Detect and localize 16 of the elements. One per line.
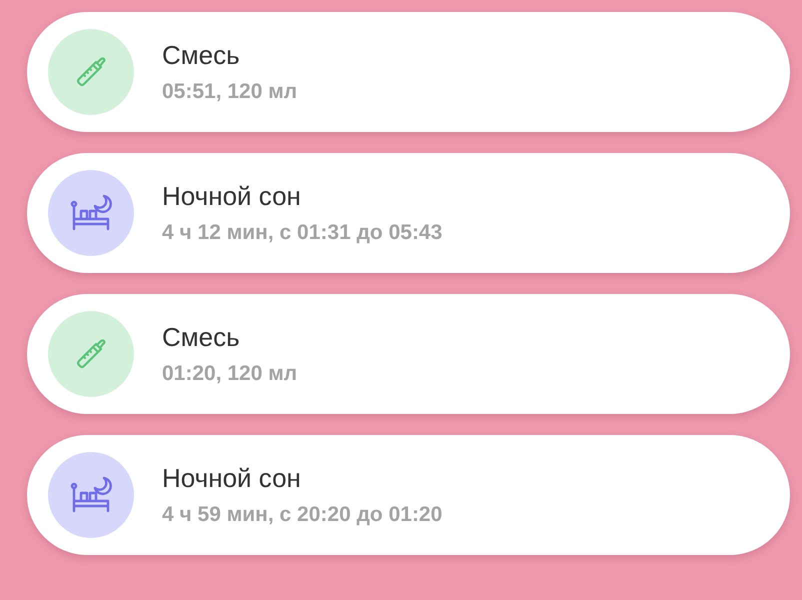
entry-details: 4 ч 59 мин, с 20:20 до 01:20 bbox=[162, 503, 442, 527]
entry-card[interactable]: Смесь 01:20, 120 мл bbox=[27, 294, 790, 414]
baby-bottle-icon bbox=[74, 337, 108, 371]
baby-bottle-icon bbox=[74, 55, 108, 89]
entry-details: 4 ч 12 мин, с 01:31 до 05:43 bbox=[162, 221, 442, 245]
entry-title: Смесь bbox=[162, 322, 241, 353]
entry-title: Ночной сон bbox=[162, 463, 302, 494]
entry-card[interactable]: Смесь 05:51, 120 мл bbox=[27, 12, 790, 132]
bed-moon-icon bbox=[68, 193, 114, 233]
entry-details: 05:51, 120 мл bbox=[162, 80, 298, 104]
entry-card[interactable]: Ночной сон 4 ч 59 мин, с 20:20 до 01:20 bbox=[27, 435, 790, 555]
entry-title: Ночной сон bbox=[162, 181, 302, 212]
entry-title: Смесь bbox=[162, 40, 241, 71]
bed-moon-icon bbox=[68, 475, 114, 515]
entry-card[interactable]: Ночной сон 4 ч 12 мин, с 01:31 до 05:43 bbox=[27, 153, 790, 273]
entry-details: 01:20, 120 мл bbox=[162, 362, 298, 386]
